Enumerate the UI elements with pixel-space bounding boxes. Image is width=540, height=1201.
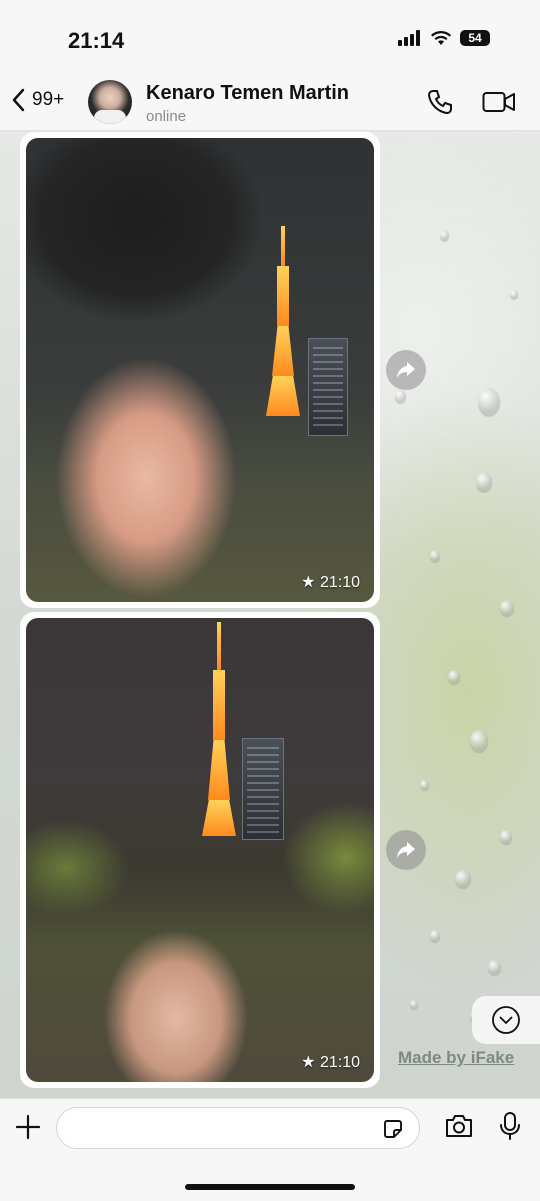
raindrop bbox=[395, 390, 406, 403]
message-timestamp: ★ 21:10 bbox=[301, 1054, 360, 1071]
sticker-icon bbox=[384, 1120, 402, 1138]
voice-message-button[interactable] bbox=[498, 1111, 522, 1146]
video-call-button[interactable] bbox=[482, 90, 516, 119]
raindrop bbox=[430, 550, 440, 562]
raindrop bbox=[410, 1000, 418, 1009]
status-bar: 21:14 54 bbox=[0, 0, 540, 80]
scroll-to-bottom-button[interactable] bbox=[472, 996, 540, 1044]
raindrop bbox=[478, 388, 500, 416]
avatar[interactable] bbox=[88, 80, 132, 124]
message-photo[interactable]: ★ 21:10 bbox=[26, 138, 374, 602]
skyscraper bbox=[308, 338, 348, 436]
raindrop bbox=[500, 830, 512, 844]
raindrop bbox=[455, 870, 471, 888]
raindrop bbox=[476, 472, 492, 492]
wifi-icon bbox=[431, 31, 451, 45]
contact-status: online bbox=[146, 108, 187, 125]
chevron-left-icon bbox=[12, 88, 25, 112]
message-timestamp: ★ 21:10 bbox=[301, 574, 360, 591]
watermark: Made by iFake bbox=[398, 1048, 515, 1067]
voice-call-button[interactable] bbox=[426, 88, 454, 121]
message-input[interactable] bbox=[56, 1107, 420, 1149]
sticker-button[interactable] bbox=[381, 1117, 405, 1146]
plus-icon bbox=[15, 1114, 41, 1140]
raindrop bbox=[500, 600, 514, 616]
photo-message[interactable]: ★ 21:10 bbox=[20, 612, 380, 1088]
contact-name[interactable]: Kenaro Temen Martin bbox=[146, 82, 349, 105]
chevron-down-icon bbox=[492, 1006, 520, 1034]
message-photo[interactable]: ★ 21:10 bbox=[26, 618, 374, 1082]
forward-arrow-icon bbox=[397, 842, 415, 858]
raindrop bbox=[420, 780, 429, 790]
raindrop bbox=[470, 730, 488, 752]
microphone-icon bbox=[500, 1112, 520, 1140]
status-time: 21:14 bbox=[68, 28, 125, 53]
signal-icon bbox=[398, 30, 420, 46]
attach-button[interactable] bbox=[14, 1113, 42, 1146]
photo-message[interactable]: ★ 21:10 bbox=[20, 132, 380, 608]
raindrop bbox=[510, 290, 518, 299]
home-indicator bbox=[185, 1184, 355, 1190]
skyscraper bbox=[242, 738, 284, 840]
raindrop bbox=[448, 670, 460, 684]
raindrop bbox=[430, 930, 440, 942]
chat-header: 99+ Kenaro Temen Martin online bbox=[0, 80, 540, 131]
camera-button[interactable] bbox=[444, 1113, 474, 1144]
forward-button[interactable] bbox=[386, 830, 426, 870]
forward-button[interactable] bbox=[386, 350, 426, 390]
back-button[interactable]: 99+ bbox=[12, 88, 64, 112]
camera-icon bbox=[446, 1115, 472, 1137]
raindrop bbox=[440, 230, 449, 241]
raindrop bbox=[488, 960, 501, 975]
phone-icon bbox=[427, 90, 452, 115]
forward-arrow-icon bbox=[397, 362, 415, 378]
unread-count: 99+ bbox=[32, 89, 65, 110]
battery-indicator: 54 bbox=[460, 30, 490, 46]
video-camera-icon bbox=[482, 92, 515, 112]
status-icons: 54 bbox=[398, 30, 490, 46]
